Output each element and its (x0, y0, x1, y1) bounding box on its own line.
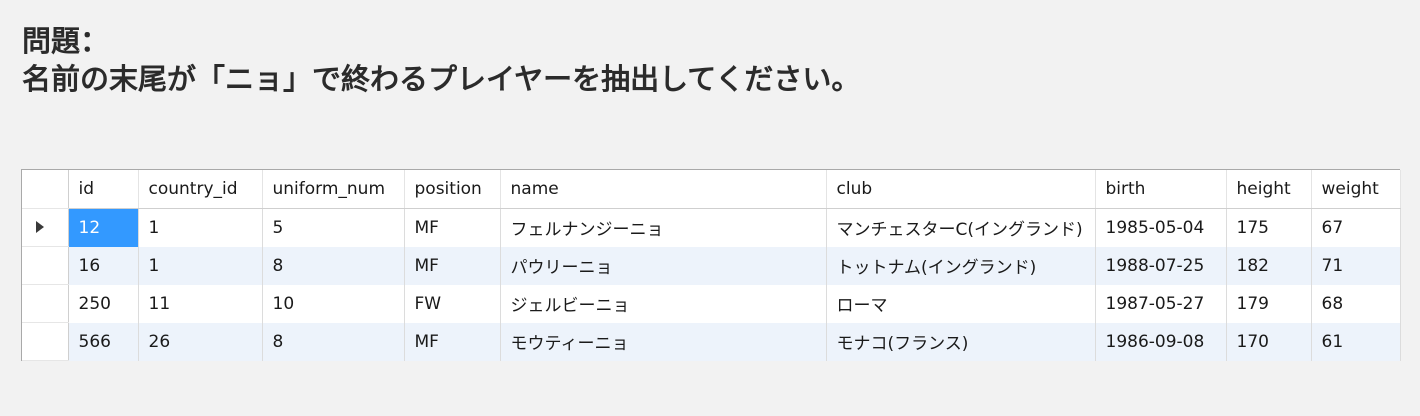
cell-birth[interactable]: 1986-09-08 (1095, 322, 1227, 361)
question-text: 名前の末尾が「ニョ」で終わるプレイヤーを抽出してください。 (22, 62, 861, 96)
cell-position[interactable]: MF (404, 208, 501, 247)
table-row[interactable]: 12 1 5 MF フェルナンジーニョ マンチェスターC(イングランド) 198… (22, 208, 1401, 247)
results-table: id country_id uniform_num position name … (22, 170, 1401, 361)
cell-birth[interactable]: 1987-05-27 (1095, 284, 1227, 323)
question-label: 問題： (22, 24, 110, 58)
cell-country-id[interactable]: 11 (138, 284, 263, 323)
column-header-birth[interactable]: birth (1095, 170, 1227, 209)
cell-uniform-num[interactable]: 8 (262, 246, 405, 285)
current-row-arrow-icon (36, 220, 44, 233)
row-selector[interactable] (22, 284, 69, 323)
cell-weight[interactable]: 68 (1311, 284, 1401, 323)
cell-country-id[interactable]: 1 (138, 208, 263, 247)
cell-id[interactable]: 16 (68, 246, 139, 285)
cell-uniform-num[interactable]: 5 (262, 208, 405, 247)
column-header-country-id[interactable]: country_id (138, 170, 263, 209)
cell-id[interactable]: 12 (68, 208, 139, 247)
column-header-weight[interactable]: weight (1311, 170, 1401, 209)
cell-position[interactable]: FW (404, 284, 501, 323)
cell-birth[interactable]: 1985-05-04 (1095, 208, 1227, 247)
column-header-club[interactable]: club (826, 170, 1096, 209)
cell-position[interactable]: MF (404, 322, 501, 361)
cell-weight[interactable]: 67 (1311, 208, 1401, 247)
cell-position[interactable]: MF (404, 246, 501, 285)
row-selector[interactable] (22, 208, 69, 247)
column-header-height[interactable]: height (1226, 170, 1312, 209)
table-row[interactable]: 16 1 8 MF パウリーニョ トットナム(イングランド) 1988-07-2… (22, 246, 1401, 285)
column-header-position[interactable]: position (404, 170, 501, 209)
row-selector[interactable] (22, 322, 69, 361)
table-row[interactable]: 250 11 10 FW ジェルビーニョ ローマ 1987-05-27 179 … (22, 284, 1401, 323)
cell-name[interactable]: ジェルビーニョ (500, 284, 827, 323)
cell-club[interactable]: ローマ (826, 284, 1096, 323)
cell-club[interactable]: トットナム(イングランド) (826, 246, 1096, 285)
cell-id[interactable]: 250 (68, 284, 139, 323)
cell-club[interactable]: マンチェスターC(イングランド) (826, 208, 1096, 247)
column-header-uniform-num[interactable]: uniform_num (262, 170, 405, 209)
corner-header[interactable] (22, 170, 69, 209)
table-row[interactable]: 566 26 8 MF モウティーニョ モナコ(フランス) 1986-09-08… (22, 322, 1401, 361)
question-block: 問題： 名前の末尾が「ニョ」で終わるプレイヤーを抽出してください。 (22, 22, 860, 98)
cell-name[interactable]: パウリーニョ (500, 246, 827, 285)
cell-weight[interactable]: 71 (1311, 246, 1401, 285)
cell-country-id[interactable]: 1 (138, 246, 263, 285)
cell-uniform-num[interactable]: 10 (262, 284, 405, 323)
cell-name[interactable]: フェルナンジーニョ (500, 208, 827, 247)
cell-club[interactable]: モナコ(フランス) (826, 322, 1096, 361)
cell-country-id[interactable]: 26 (138, 322, 263, 361)
cell-id[interactable]: 566 (68, 322, 139, 361)
cell-weight[interactable]: 61 (1311, 322, 1401, 361)
cell-uniform-num[interactable]: 8 (262, 322, 405, 361)
cell-height[interactable]: 182 (1226, 246, 1312, 285)
cell-height[interactable]: 175 (1226, 208, 1312, 247)
cell-name[interactable]: モウティーニョ (500, 322, 827, 361)
row-selector[interactable] (22, 246, 69, 285)
header-row: id country_id uniform_num position name … (22, 170, 1401, 209)
results-grid[interactable]: id country_id uniform_num position name … (21, 169, 1401, 361)
cell-birth[interactable]: 1988-07-25 (1095, 246, 1227, 285)
cell-height[interactable]: 179 (1226, 284, 1312, 323)
column-header-name[interactable]: name (500, 170, 827, 209)
column-header-id[interactable]: id (68, 170, 139, 209)
cell-height[interactable]: 170 (1226, 322, 1312, 361)
